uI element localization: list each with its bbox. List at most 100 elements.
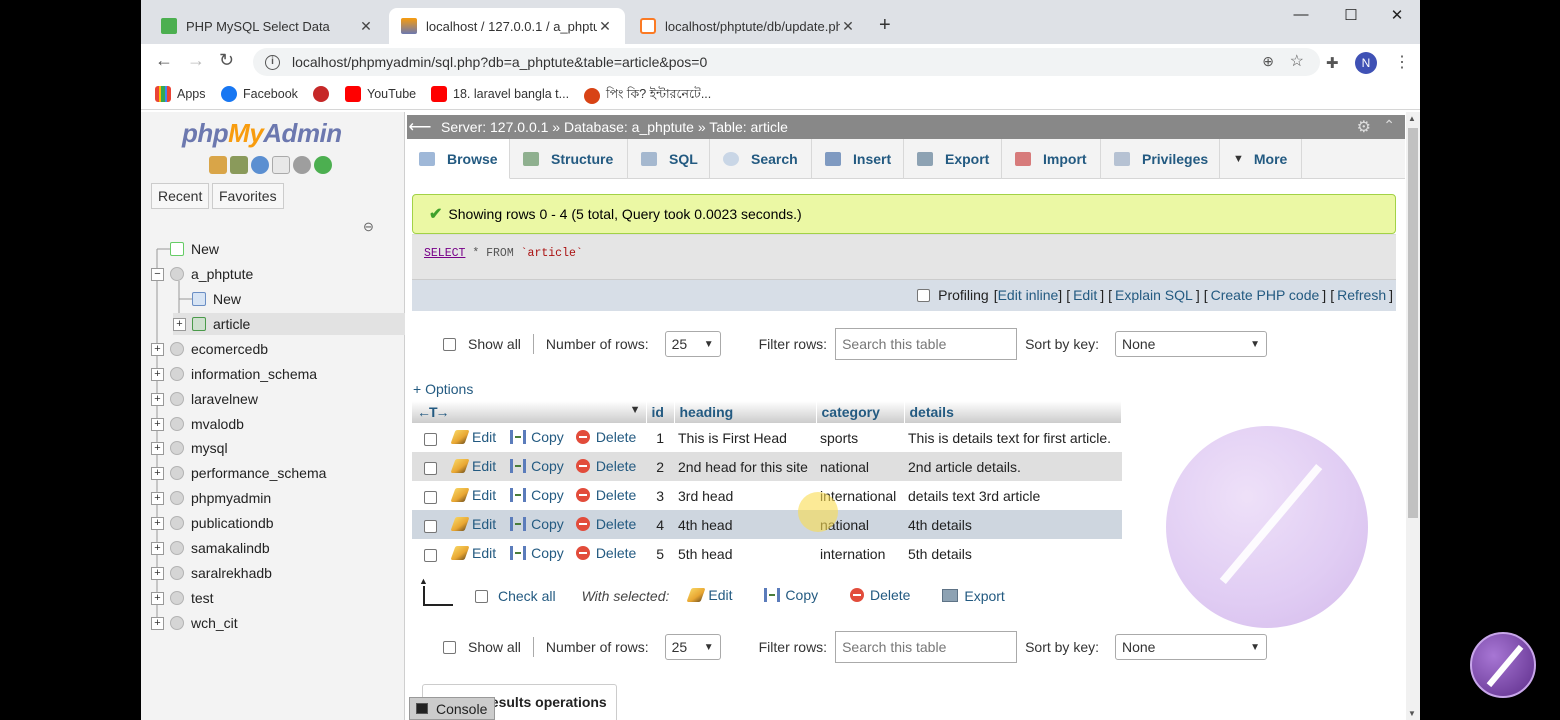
- row-checkbox[interactable]: [424, 433, 437, 447]
- check-all-label[interactable]: Check all: [498, 588, 556, 604]
- settings-gear-icon[interactable]: ⚙: [1357, 117, 1371, 137]
- profile-avatar[interactable]: N: [1355, 52, 1377, 74]
- check-all-checkbox[interactable]: [475, 589, 488, 603]
- cell-heading[interactable]: 2nd head for this site: [674, 452, 816, 481]
- row-checkbox[interactable]: [424, 549, 437, 563]
- expand-icon[interactable]: +: [151, 417, 164, 431]
- bookmark-youtube[interactable]: YouTube: [345, 86, 416, 102]
- edit-inline-link[interactable]: Edit inline: [998, 287, 1059, 303]
- cell-details[interactable]: 5th details: [904, 539, 1122, 568]
- zoom-icon[interactable]: ⊕: [1262, 53, 1274, 70]
- scrollbar-thumb[interactable]: [1408, 128, 1418, 518]
- tab-php-mysql-select[interactable]: PHP MySQL Select Data ✕: [149, 8, 386, 44]
- row-checkbox[interactable]: [424, 462, 437, 476]
- close-tab-icon[interactable]: ✕: [840, 18, 856, 35]
- options-link[interactable]: + Options: [413, 381, 473, 397]
- expand-icon[interactable]: +: [151, 367, 164, 381]
- expand-icon[interactable]: +: [151, 541, 164, 555]
- expand-icon[interactable]: +: [151, 491, 164, 505]
- tree-item-mvalodb[interactable]: + mvalodb: [151, 413, 244, 435]
- bulk-copy-button[interactable]: Copy: [764, 587, 818, 603]
- close-tab-icon[interactable]: ✕: [358, 18, 374, 35]
- column-toggle-header[interactable]: ←T→ ▼: [412, 401, 647, 423]
- cell-id[interactable]: 3: [646, 481, 674, 510]
- row-copy-button[interactable]: Copy: [510, 516, 564, 532]
- cell-category[interactable]: internation: [816, 539, 904, 568]
- tree-item-publicationdb[interactable]: + publicationdb: [151, 512, 274, 534]
- cell-category[interactable]: national: [816, 452, 904, 481]
- column-header-heading[interactable]: heading: [674, 401, 817, 423]
- show-all-checkbox[interactable]: [443, 640, 456, 654]
- tree-item-new-database[interactable]: New: [151, 238, 219, 260]
- expand-icon[interactable]: +: [151, 342, 164, 356]
- cell-category[interactable]: sports: [816, 423, 904, 452]
- scroll-down-icon[interactable]: ▼: [1408, 709, 1416, 718]
- address-bar[interactable]: i localhost/phpmyadmin/sql.php?db=a_phpt…: [253, 48, 1320, 76]
- bookmark-laravel[interactable]: 18. laravel bangla t...: [431, 86, 569, 102]
- chevron-down-icon[interactable]: ▼: [630, 404, 641, 416]
- close-window-button[interactable]: ✕: [1374, 6, 1420, 24]
- cell-details[interactable]: details text 3rd article: [904, 481, 1122, 510]
- expand-icon[interactable]: +: [151, 516, 164, 530]
- filter-rows-input[interactable]: Search this table: [835, 328, 1018, 360]
- row-edit-button[interactable]: Edit: [450, 487, 496, 503]
- table-row[interactable]: Edit Copy Delete 3 3rd head international deta…: [412, 481, 1122, 510]
- cell-id[interactable]: 4: [646, 510, 674, 539]
- tab-privileges[interactable]: Privileges: [1102, 139, 1220, 179]
- row-edit-button[interactable]: Edit: [450, 545, 496, 561]
- row-checkbox[interactable]: [424, 520, 437, 534]
- row-delete-button[interactable]: Delete: [575, 545, 636, 561]
- refresh-link[interactable]: Refresh: [1337, 287, 1386, 303]
- forward-arrow-icon[interactable]: →: [187, 50, 205, 71]
- tab-structure[interactable]: Structure: [511, 139, 628, 179]
- bulk-edit-button[interactable]: Edit: [686, 587, 733, 603]
- tab-sql[interactable]: SQL: [629, 139, 710, 179]
- collapse-top-icon[interactable]: ⌃: [1383, 117, 1395, 134]
- tab-more[interactable]: ▼ More: [1221, 139, 1302, 179]
- number-of-rows-select[interactable]: 25 ▼: [664, 634, 721, 660]
- sort-by-key-select[interactable]: None ▼: [1115, 331, 1267, 357]
- tree-item-article[interactable]: + article: [173, 313, 405, 335]
- tab-insert[interactable]: Insert: [813, 139, 904, 179]
- sql-query[interactable]: SELECT * FROM `article`: [424, 247, 583, 260]
- url-text[interactable]: localhost/phpmyadmin/sql.php?db=a_phptut…: [292, 54, 707, 70]
- breadcrumb[interactable]: Server: 127.0.0.1 » Database: a_phptute …: [441, 119, 788, 135]
- tree-item-new-table[interactable]: New: [173, 288, 241, 310]
- profiling-checkbox[interactable]: [917, 288, 931, 302]
- tree-item-saralrekhadb[interactable]: + saralrekhadb: [151, 562, 272, 584]
- table-row[interactable]: Edit Copy Delete 5 5th head internation 5th de…: [412, 539, 1122, 568]
- tree-item-wch_cit[interactable]: + wch_cit: [151, 612, 238, 634]
- minimize-button[interactable]: —: [1278, 6, 1324, 23]
- tree-item-ecomercedb[interactable]: + ecomercedb: [151, 338, 268, 360]
- expand-icon[interactable]: +: [151, 566, 164, 580]
- collapse-navigation-icon[interactable]: ⟵: [407, 117, 433, 137]
- row-delete-button[interactable]: Delete: [575, 429, 636, 445]
- tree-item-mysql[interactable]: + mysql: [151, 437, 228, 459]
- row-delete-button[interactable]: Delete: [575, 487, 636, 503]
- back-arrow-icon[interactable]: ←: [155, 50, 173, 71]
- tree-item-phpmyadmin[interactable]: + phpmyadmin: [151, 487, 271, 509]
- cell-details[interactable]: This is details text for first article.: [904, 423, 1122, 452]
- edit-link[interactable]: Edit: [1073, 287, 1097, 303]
- sql-keyword[interactable]: SELECT: [424, 247, 465, 260]
- collapse-icon[interactable]: −: [151, 267, 164, 281]
- row-copy-button[interactable]: Copy: [510, 487, 564, 503]
- row-edit-button[interactable]: Edit: [450, 458, 496, 474]
- tree-item-samakalindb[interactable]: + samakalindb: [151, 537, 270, 559]
- bulk-export-button[interactable]: Export: [942, 588, 1005, 604]
- tab-import[interactable]: Import: [1003, 139, 1101, 179]
- row-copy-button[interactable]: Copy: [510, 545, 564, 561]
- cell-id[interactable]: 5: [646, 539, 674, 568]
- tab-phpmyadmin[interactable]: localhost / 127.0.0.1 / a_phptute ✕: [389, 8, 625, 44]
- expand-icon[interactable]: +: [173, 317, 186, 331]
- tab-search[interactable]: Search: [711, 139, 812, 179]
- bookmark-ping[interactable]: পিং কি? ইন্টারনেটে...: [584, 86, 711, 106]
- row-copy-button[interactable]: Copy: [510, 429, 564, 445]
- tree-item-test[interactable]: + test: [151, 587, 214, 609]
- browser-menu-icon[interactable]: ⋮: [1394, 52, 1410, 72]
- site-info-icon[interactable]: i: [265, 54, 280, 70]
- row-copy-button[interactable]: Copy: [510, 458, 564, 474]
- row-delete-button[interactable]: Delete: [575, 516, 636, 532]
- main-scrollbar[interactable]: ▲ ▼: [1406, 112, 1420, 720]
- column-arrows-icon[interactable]: ←T→: [417, 404, 450, 420]
